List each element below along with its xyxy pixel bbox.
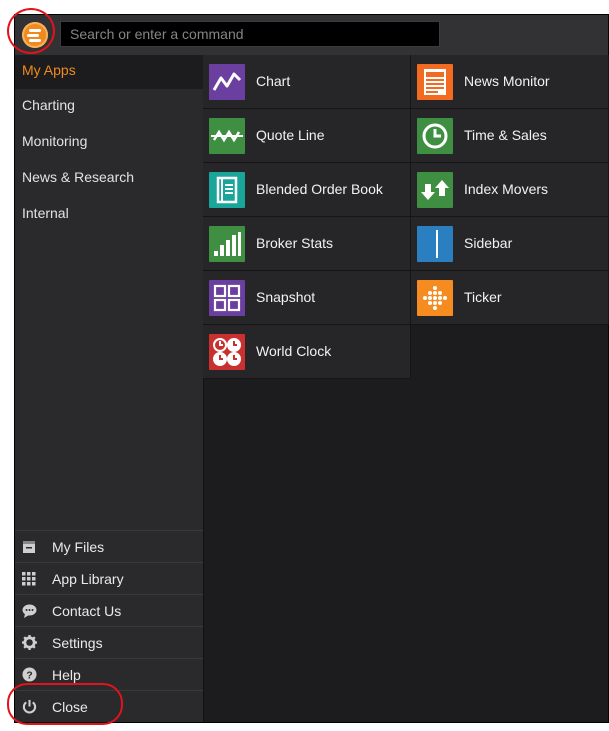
app-label: Index Movers	[464, 181, 549, 197]
command-search-input[interactable]	[60, 21, 440, 47]
app-tile-quote-line[interactable]: Quote Line	[203, 109, 411, 163]
app-tile-index-movers[interactable]: Index Movers	[411, 163, 609, 217]
arrows-icon	[417, 171, 453, 208]
my-files-button[interactable]: My Files	[15, 530, 203, 562]
sidebar-item-monitoring[interactable]: Monitoring	[15, 125, 203, 161]
app-tile-snapshot[interactable]: Snapshot	[203, 271, 411, 325]
settings-label: Settings	[52, 634, 103, 651]
news-icon	[417, 63, 453, 100]
app-label: Snapshot	[256, 289, 316, 305]
help-label: Help	[52, 666, 81, 683]
app-tile-news-monitor[interactable]: News Monitor	[411, 55, 609, 109]
top-bar	[7, 8, 608, 55]
app-tile-blended-order-book[interactable]: Blended Order Book	[203, 163, 411, 217]
folder-icon	[20, 538, 38, 556]
svg-text:?: ?	[26, 670, 32, 681]
apps-grid: Chart News Monitor Quote Line Time & Sal…	[203, 55, 609, 379]
app-tile-time-sales[interactable]: Time & Sales	[411, 109, 609, 163]
help-button[interactable]: ? Help	[15, 658, 203, 690]
help-icon: ?	[20, 666, 38, 684]
sidebar-bottom-menu: My Files App Library Contact Us Settings	[7, 530, 203, 725]
grid-icon	[20, 570, 38, 588]
settings-button[interactable]: Settings	[15, 626, 203, 658]
close-button[interactable]: Close	[7, 683, 203, 725]
clock-icon	[417, 117, 453, 154]
app-label: Ticker	[464, 289, 502, 305]
app-label: Broker Stats	[256, 235, 334, 251]
app-launcher-window: My Apps Charting Monitoring News & Resea…	[7, 8, 609, 725]
app-library-button[interactable]: App Library	[15, 562, 203, 594]
app-tile-world-clock[interactable]: World Clock	[203, 325, 411, 379]
app-label: Time & Sales	[464, 127, 547, 143]
sidebar-item-internal[interactable]: Internal	[15, 197, 203, 233]
app-tile-sidebar[interactable]: Sidebar	[411, 217, 609, 271]
snapshot-icon	[209, 279, 245, 316]
app-tile-ticker[interactable]: Ticker	[411, 271, 609, 325]
app-label: News Monitor	[464, 73, 550, 89]
ticker-icon	[417, 279, 453, 316]
app-label: Sidebar	[464, 235, 513, 251]
gear-icon	[20, 634, 38, 652]
bar-chart-icon	[209, 225, 245, 262]
power-icon	[20, 698, 38, 716]
contact-us-label: Contact Us	[52, 602, 122, 619]
book-icon	[209, 171, 245, 208]
sidebar-item-charting[interactable]: Charting	[15, 89, 203, 125]
app-label: Blended Order Book	[256, 181, 383, 197]
sidebar-icon	[417, 225, 453, 262]
sidebar: My Apps Charting Monitoring News & Resea…	[7, 55, 204, 725]
app-label: World Clock	[256, 343, 332, 359]
app-tile-chart[interactable]: Chart	[203, 55, 411, 109]
app-label: Chart	[256, 73, 291, 89]
sidebar-item-news-research[interactable]: News & Research	[15, 161, 203, 197]
sidebar-item-my-apps[interactable]: My Apps	[15, 55, 203, 89]
quote-line-icon	[209, 117, 245, 154]
close-label: Close	[52, 698, 88, 715]
contact-us-button[interactable]: Contact Us	[15, 594, 203, 626]
app-label: Quote Line	[256, 127, 325, 143]
world-clock-icon	[209, 333, 245, 370]
chart-icon	[209, 63, 245, 100]
app-library-label: App Library	[52, 570, 124, 587]
chat-bubble-icon	[20, 602, 38, 620]
app-logo-icon[interactable]	[22, 22, 48, 48]
my-files-label: My Files	[52, 538, 105, 555]
app-tile-broker-stats[interactable]: Broker Stats	[203, 217, 411, 271]
